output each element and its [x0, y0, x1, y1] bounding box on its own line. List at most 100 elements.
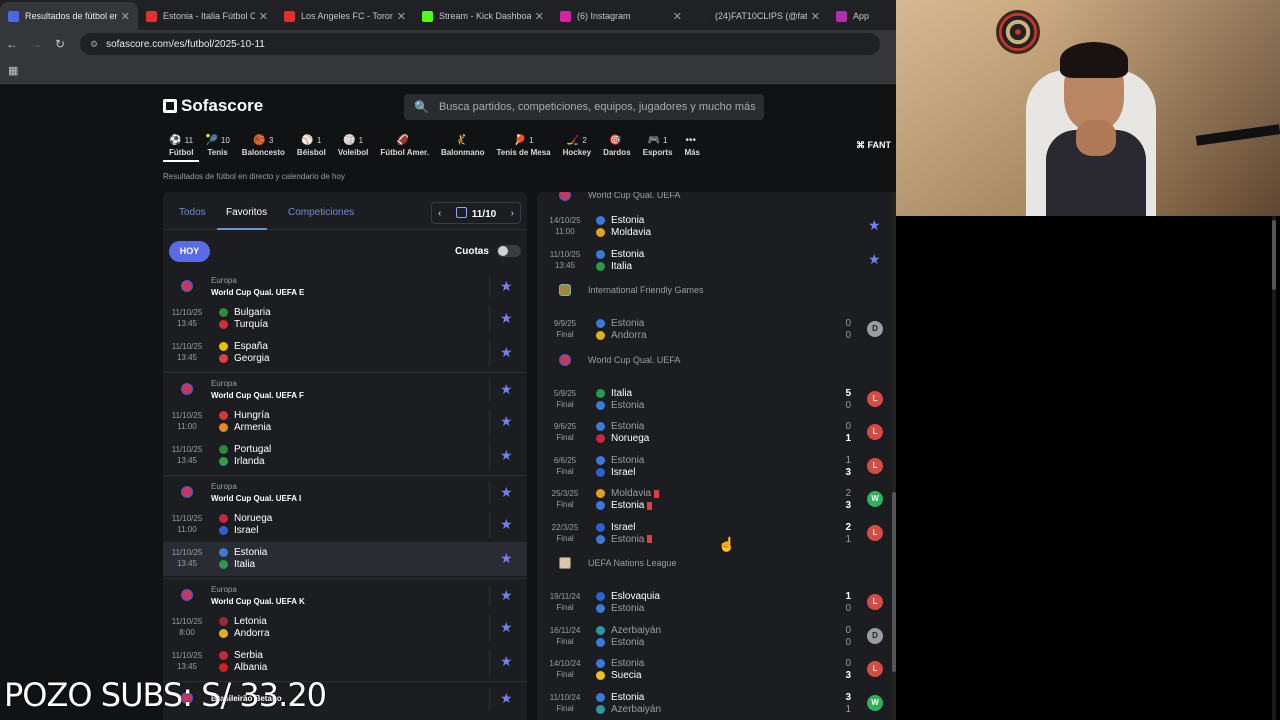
today-badge[interactable]: HOY [169, 241, 210, 262]
tab-todos[interactable]: Todos [179, 207, 206, 218]
sport-count: 1 [316, 135, 322, 145]
match-row[interactable]: 11/10/25 13:45 Bulgaria Turquía ★ [163, 302, 527, 336]
close-icon[interactable]: ✕ [121, 10, 130, 23]
sport-tab[interactable]: ••• Más [678, 134, 706, 162]
side-scrollbar[interactable] [1272, 216, 1276, 720]
bookmarks-bar: ▦ [0, 58, 896, 84]
history-match-row[interactable]: 19/11/24 Final Eslovaquia 1 Estonia 0 L [537, 586, 896, 619]
apps-grid-icon[interactable]: ▦ [8, 64, 18, 77]
star-icon[interactable]: ★ [500, 690, 513, 707]
browser-tab[interactable]: Resultados de fútbol en directo ✕ [0, 2, 138, 30]
forward-icon[interactable]: → [24, 37, 48, 51]
league-header[interactable]: Europa World Cup Qual. UEFA E ★ [163, 272, 527, 302]
sport-tab[interactable]: 🎯 Dardos [597, 134, 637, 162]
league-header[interactable]: Europa World Cup Qual. UEFA F ★ [163, 375, 527, 405]
history-match-row[interactable]: 9/6/25 Final Estonia 0 Noruega 1 L [537, 416, 896, 449]
star-icon[interactable]: ★ [868, 251, 881, 268]
away-score: 1 [845, 433, 851, 444]
chevron-right-icon[interactable]: › [511, 208, 514, 219]
back-icon[interactable]: ← [0, 37, 24, 51]
result-badge: L [867, 457, 883, 474]
odds-toggle[interactable] [497, 245, 521, 257]
browser-tab[interactable]: (24)FAT10CLIPS (@fat10c ✕ [690, 2, 828, 30]
url-input[interactable]: ⚙ sofascore.com/es/futbol/2025-10-11 [80, 33, 880, 55]
history-league-header[interactable]: UEFA Nations League [537, 552, 896, 576]
close-icon[interactable]: ✕ [259, 10, 268, 23]
site-info-icon[interactable]: ⚙ [90, 39, 98, 50]
star-icon[interactable]: ★ [500, 550, 513, 567]
match-row[interactable]: 11/10/25 11:00 Noruega Israel ★ [163, 508, 527, 542]
star-icon[interactable]: ★ [500, 653, 513, 670]
match-row[interactable]: 11/10/25 13:45 España Georgia ★ [163, 336, 527, 370]
match-row[interactable]: 11/10/25 8:00 Letonia Andorra ★ [163, 611, 527, 645]
star-icon[interactable]: ★ [500, 619, 513, 636]
sport-tab[interactable]: 🏈 Fútbol Amer. [374, 134, 435, 162]
match-row[interactable]: 11/10/25 11:00 Hungría Armenia ★ [163, 405, 527, 439]
star-icon[interactable]: ★ [500, 516, 513, 533]
home-score: 0 [845, 658, 851, 669]
star-icon[interactable]: ★ [500, 310, 513, 327]
history-match-row[interactable]: 11/10/24 Final Estonia 3 Azerbaiyán 1 W [537, 687, 896, 720]
close-icon[interactable]: ✕ [811, 10, 820, 23]
history-match-row[interactable]: 22/3/25 Final Israel 2 Estonia 1 L [537, 517, 896, 550]
away-score: 0 [845, 603, 851, 614]
search-input[interactable]: 🔍 Busca partidos, competiciones, equipos… [404, 94, 764, 120]
browser-tab[interactable]: Los Angeles FC - Toronto ✕ [276, 2, 414, 30]
history-match-row[interactable]: 9/9/25 Final Estonia 0 Andorra 0 D [537, 313, 896, 346]
match-date: 11/10/25 11:00 [167, 410, 207, 432]
history-match-row[interactable]: 6/6/25 Final Estonia 1 Israel 3 L [537, 450, 896, 483]
browser-tab[interactable]: Estonia - Italia Fútbol Cuotas ✕ [138, 2, 276, 30]
league-header[interactable]: Europa World Cup Qual. UEFA I ★ [163, 478, 527, 508]
star-icon[interactable]: ★ [500, 484, 513, 501]
date-picker[interactable]: ‹ 11/10 › [431, 202, 521, 224]
league-header[interactable]: Europa World Cup Qual. UEFA K ★ [163, 581, 527, 611]
close-icon[interactable]: ✕ [397, 10, 406, 23]
team-name: Moldavia [611, 227, 652, 238]
browser-tab[interactable]: App [828, 2, 896, 30]
star-icon[interactable]: ★ [868, 217, 881, 234]
match-row[interactable]: 11/10/25 13:45 Estonia Italia ★ [163, 542, 527, 576]
sport-tab[interactable]: 🎮 1 Esports [637, 134, 679, 162]
date-value: 11/10 [471, 208, 497, 220]
team-flag-icon [219, 423, 228, 432]
match-row[interactable]: 11/10/25 13:45 Serbia Albania ★ [163, 645, 527, 679]
history-league-header[interactable]: International Friendly Games [537, 279, 896, 303]
tab-favoritos[interactable]: Favoritos [226, 207, 267, 218]
sport-tab[interactable]: 🏒 2 Hockey [557, 134, 597, 162]
star-icon[interactable]: ★ [500, 344, 513, 361]
browser-tab[interactable]: Stream - Kick Dashboard ✕ [414, 2, 552, 30]
history-match-row[interactable]: 11/10/25 13:45 Estonia Italia ★ [537, 244, 896, 277]
history-league-header[interactable]: World Cup Qual. UEFA [537, 349, 896, 373]
close-icon[interactable]: ✕ [673, 10, 682, 23]
star-icon[interactable]: ★ [500, 278, 513, 295]
history-league-header[interactable]: World Cup Qual. UEFA [537, 192, 896, 208]
star-icon[interactable]: ★ [500, 413, 513, 430]
tab-competiciones[interactable]: Competiciones [288, 207, 354, 218]
history-match-row[interactable]: 5/9/25 Final Italia 5 Estonia 0 L [537, 383, 896, 416]
sport-tab[interactable]: ⚽ 11 Fútbol [163, 134, 200, 162]
match-row[interactable]: 11/10/25 13:45 Portugal Irlanda ★ [163, 439, 527, 473]
star-icon[interactable]: ★ [500, 447, 513, 464]
sport-tab[interactable]: 🎾 10 Tenis [199, 134, 235, 162]
history-match-row[interactable]: 25/3/25 Final Moldavia 2 Estonia 3 W [537, 483, 896, 516]
star-icon[interactable]: ★ [500, 587, 513, 604]
league-region: Europa [211, 276, 237, 285]
sport-tab[interactable]: ⚾ 1 Béisbol [291, 134, 332, 162]
team-flag-icon [596, 388, 605, 398]
match-status: Final [556, 330, 574, 339]
fantasy-link[interactable]: ⌘ FANT [856, 140, 891, 151]
star-icon[interactable]: ★ [500, 381, 513, 398]
browser-tab[interactable]: (6) Instagram ✕ [552, 2, 690, 30]
match-day: 5/9/25 [553, 388, 577, 398]
chevron-left-icon[interactable]: ‹ [438, 208, 441, 219]
sport-tab[interactable]: 🏀 3 Baloncesto [236, 134, 291, 162]
close-icon[interactable]: ✕ [535, 10, 544, 23]
sport-tab[interactable]: 🏐 1 Voleibol [332, 134, 375, 162]
history-match-row[interactable]: 16/11/24 Final Azerbaiyán 0 Estonia 0 D [537, 620, 896, 653]
sport-tab[interactable]: 🏓 1 Tenis de Mesa [491, 134, 557, 162]
sport-tab[interactable]: 🤾 Balonmano [435, 134, 491, 162]
history-match-row[interactable]: 14/10/24 Final Estonia 0 Suecia 3 L [537, 653, 896, 686]
reload-icon[interactable]: ↻ [48, 37, 72, 51]
history-match-row[interactable]: 14/10/25 11:00 Estonia Moldavia ★ [537, 210, 896, 243]
sofascore-logo[interactable]: Sofascore [163, 96, 263, 116]
